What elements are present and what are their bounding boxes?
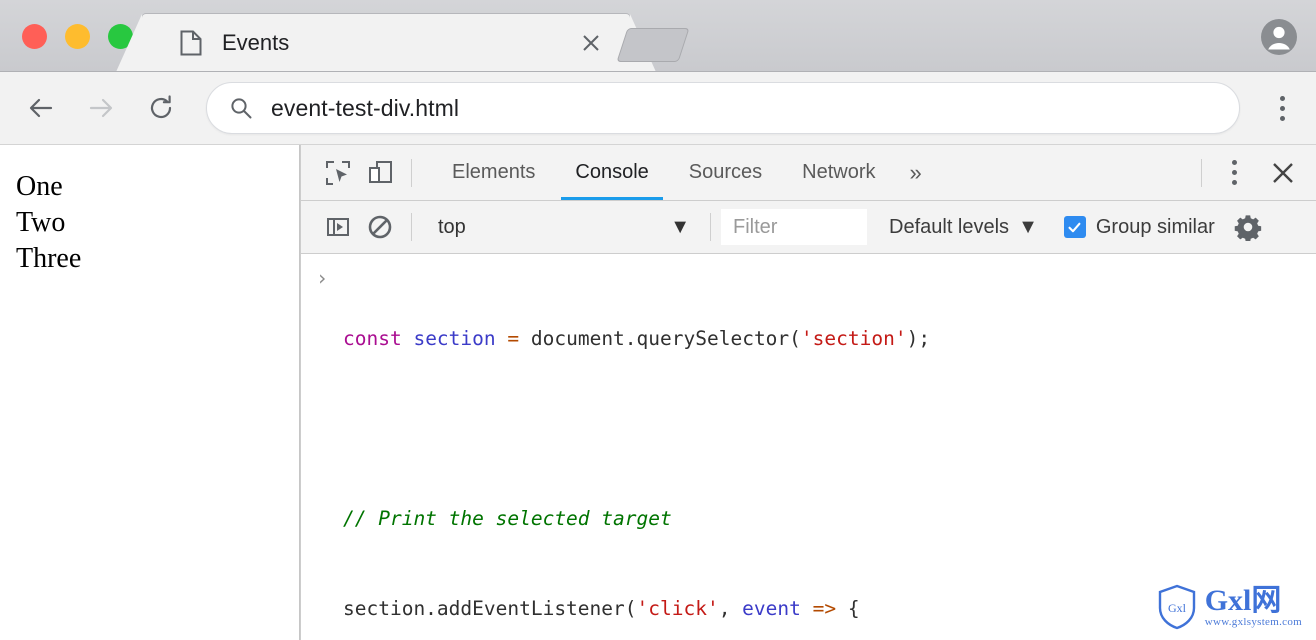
console-filterbar: top ▼ Filter Default levels ▼ Group simi bbox=[301, 201, 1316, 254]
minimize-window-button[interactable] bbox=[65, 24, 90, 49]
menu-dot bbox=[1279, 105, 1285, 111]
back-button[interactable] bbox=[18, 85, 64, 131]
tab-console[interactable]: Console bbox=[555, 145, 668, 200]
tab-elements[interactable]: Elements bbox=[432, 145, 555, 200]
close-icon bbox=[1273, 162, 1293, 183]
code-line: const section = document.querySelector('… bbox=[343, 327, 931, 350]
menu-dot bbox=[1231, 170, 1237, 175]
back-arrow-icon bbox=[29, 98, 53, 118]
page-div-three[interactable]: Three bbox=[16, 241, 299, 277]
code-line: // Print the selected target bbox=[343, 507, 672, 530]
divider bbox=[710, 213, 711, 241]
page-div-one[interactable]: One bbox=[16, 169, 299, 205]
devtools-tabbar: Elements Console Sources Network » bbox=[301, 145, 1316, 201]
devtools-panel: Elements Console Sources Network » top ▼… bbox=[300, 145, 1316, 640]
title-bar: Events bbox=[0, 0, 1316, 72]
console-output[interactable]: › const section = document.querySelector… bbox=[301, 254, 1316, 640]
tab-network[interactable]: Network bbox=[782, 145, 895, 200]
menu-dot bbox=[1279, 95, 1285, 101]
check-icon bbox=[1068, 222, 1081, 232]
page-viewport[interactable]: One Two Three bbox=[0, 145, 300, 640]
close-window-button[interactable] bbox=[22, 24, 47, 49]
close-icon[interactable] bbox=[578, 30, 604, 56]
code-line: section.addEventListener('click', event … bbox=[343, 597, 860, 620]
reload-button[interactable] bbox=[138, 85, 184, 131]
browser-menu-button[interactable] bbox=[1260, 95, 1304, 121]
execution-context-select[interactable]: top ▼ bbox=[428, 209, 700, 245]
devtools-menu-button[interactable] bbox=[1212, 160, 1256, 185]
inspect-element-icon[interactable] bbox=[317, 152, 359, 194]
search-icon bbox=[231, 98, 252, 119]
chevron-down-icon: ▼ bbox=[1018, 215, 1038, 238]
more-tabs-icon[interactable]: » bbox=[896, 145, 936, 200]
browser-toolbar: event-test-div.html bbox=[0, 72, 1316, 145]
menu-dot bbox=[1279, 115, 1285, 121]
input-arrow-icon: › bbox=[315, 266, 329, 290]
new-tab-shape bbox=[616, 28, 690, 62]
divider bbox=[411, 213, 412, 241]
group-similar-checkbox[interactable] bbox=[1063, 216, 1086, 238]
tab-title: Events bbox=[222, 30, 290, 55]
console-sidebar-icon[interactable] bbox=[317, 206, 359, 248]
browser-tab-events[interactable]: Events bbox=[116, 14, 656, 71]
menu-dot bbox=[1231, 160, 1237, 165]
close-devtools-button[interactable] bbox=[1260, 150, 1306, 196]
console-input-entry: › const section = document.querySelector… bbox=[301, 254, 1316, 640]
device-toolbar-icon[interactable] bbox=[359, 152, 401, 194]
new-tab-button[interactable] bbox=[616, 28, 690, 62]
group-similar-label: Group similar bbox=[1095, 215, 1215, 238]
address-bar[interactable]: event-test-div.html bbox=[206, 82, 1240, 134]
content-area: One Two Three Elements Console Sources N… bbox=[0, 145, 1316, 640]
avatar[interactable] bbox=[1260, 18, 1298, 56]
browser-window: Events event-test-div.html One Two Three… bbox=[0, 0, 1316, 640]
console-input-code: const section = document.querySelector('… bbox=[343, 264, 1316, 640]
filter-input[interactable]: Filter bbox=[721, 209, 867, 245]
tab-sources[interactable]: Sources bbox=[669, 145, 782, 200]
page-div-two[interactable]: Two bbox=[16, 205, 299, 241]
group-similar-toggle[interactable]: Group similar bbox=[1063, 215, 1215, 239]
address-bar-value: event-test-div.html bbox=[271, 94, 460, 121]
document-icon bbox=[180, 30, 202, 56]
log-levels-select[interactable]: Default levels ▼ bbox=[889, 216, 1038, 239]
divider bbox=[1201, 158, 1202, 187]
clear-console-icon[interactable] bbox=[359, 206, 401, 248]
forward-arrow-icon bbox=[89, 98, 113, 118]
chevron-down-icon: ▼ bbox=[670, 215, 690, 238]
devtools-tabbar-actions bbox=[1191, 150, 1316, 196]
menu-dot bbox=[1231, 180, 1237, 185]
forward-button[interactable] bbox=[78, 85, 124, 131]
execution-context-value: top bbox=[438, 215, 466, 238]
gear-icon[interactable] bbox=[1231, 210, 1265, 244]
devtools-tab-list: Elements Console Sources Network » bbox=[432, 145, 936, 200]
reload-icon bbox=[150, 95, 172, 119]
divider bbox=[411, 158, 412, 187]
log-levels-label: Default levels bbox=[889, 215, 1010, 238]
